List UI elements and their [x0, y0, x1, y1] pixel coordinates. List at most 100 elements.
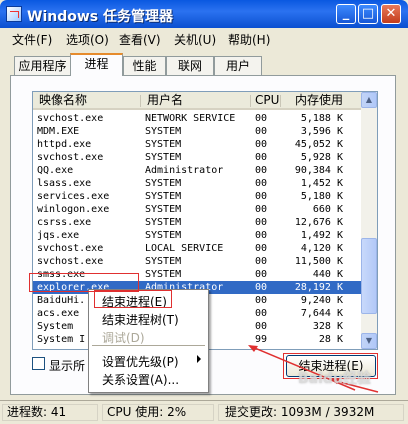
process-cpu-cell: 00	[255, 191, 268, 202]
table-row[interactable]: MDM.EXE SYSTEM 00 3,596 K	[33, 125, 361, 138]
process-name-cell: services.exe	[37, 191, 110, 202]
process-mem-cell: 3,596 K	[300, 126, 343, 137]
table-row[interactable]: svchost.exe SYSTEM 00 11,500 K	[33, 255, 361, 268]
menu-view[interactable]: 查看(V)	[119, 31, 161, 48]
process-name-cell: httpd.exe	[37, 139, 92, 150]
process-name-cell: acs.exe	[37, 308, 80, 319]
ctx-debug: 调试(D)	[102, 331, 145, 345]
process-user-cell: SYSTEM	[145, 178, 182, 189]
ctx-set-priority[interactable]: 设置优先级(P)	[102, 353, 179, 370]
process-mem-cell: 5,188 K	[300, 113, 343, 124]
process-cpu-cell: 00	[255, 308, 268, 319]
process-mem-cell: 440 K	[312, 269, 343, 280]
process-mem-cell: 1,452 K	[300, 178, 343, 189]
vertical-scrollbar[interactable]: ▲ ▼	[361, 92, 377, 349]
process-mem-cell: 9,240 K	[300, 295, 343, 306]
process-cpu-cell: 00	[255, 152, 268, 163]
ctx-set-affinity[interactable]: 关系设置(A)...	[102, 371, 179, 388]
minimize-button[interactable]: _	[336, 4, 356, 24]
process-cpu-cell: 00	[255, 165, 268, 176]
process-name-cell: winlogon.exe	[37, 204, 110, 215]
tab-applications[interactable]: 应用程序	[14, 56, 71, 75]
process-cpu-cell: 00	[255, 139, 268, 150]
maximize-button[interactable]: □	[358, 4, 378, 24]
process-cpu-cell: 00	[255, 295, 268, 306]
table-row[interactable]: svchost.exe NETWORK SERVICE 00 5,188 K	[33, 112, 361, 125]
tab-processes[interactable]: 进程	[70, 53, 123, 76]
status-cpu-usage: CPU 使用: 2%	[102, 404, 214, 421]
process-user-cell: SYSTEM	[145, 204, 182, 215]
process-name-cell: lsass.exe	[37, 178, 92, 189]
process-mem-cell: 328 K	[312, 321, 343, 332]
table-row[interactable]: svchost.exe LOCAL SERVICE 00 4,120 K	[33, 242, 361, 255]
table-row[interactable]: csrss.exe SYSTEM 00 12,676 K	[33, 216, 361, 229]
process-name-cell: svchost.exe	[37, 152, 104, 163]
process-user-cell: SYSTEM	[145, 139, 182, 150]
process-name-cell: QQ.exe	[37, 165, 74, 176]
process-mem-cell: 11,500 K	[294, 256, 343, 267]
process-name-cell: System I	[37, 334, 86, 345]
process-mem-cell: 90,384 K	[294, 165, 343, 176]
process-mem-cell: 12,676 K	[294, 217, 343, 228]
column-header-image-name[interactable]: 映像名称	[33, 92, 141, 110]
process-mem-cell: 45,052 K	[294, 139, 343, 150]
table-row[interactable]: winlogon.exe SYSTEM 00 660 K	[33, 203, 361, 216]
column-header-cpu[interactable]: CPU	[251, 92, 281, 110]
process-mem-cell: 5,928 K	[300, 152, 343, 163]
window-title: Windows 任务管理器	[27, 9, 173, 25]
process-mem-cell: 28 K	[318, 334, 343, 345]
process-name-cell: svchost.exe	[37, 113, 104, 124]
process-cpu-cell: 00	[255, 230, 268, 241]
column-header-memory[interactable]: 内存使用	[281, 92, 361, 110]
show-all-users-label: 显示所	[49, 359, 86, 373]
show-all-users-checkbox[interactable]	[32, 357, 45, 370]
menu-file[interactable]: 文件(F)	[12, 31, 52, 48]
title-bar[interactable]: Windows 任务管理器 _ □ ✕	[0, 0, 408, 28]
menu-shutdown[interactable]: 关机(U)	[174, 31, 216, 48]
tab-users[interactable]: 用户	[214, 56, 262, 75]
scroll-up-arrow-icon[interactable]: ▲	[361, 92, 377, 108]
menu-separator	[92, 345, 205, 346]
task-manager-icon	[6, 6, 22, 22]
process-cpu-cell: 00	[255, 217, 268, 228]
process-user-cell: SYSTEM	[145, 230, 182, 241]
tab-performance[interactable]: 性能	[123, 56, 166, 75]
table-row[interactable]: jqs.exe SYSTEM 00 1,492 K	[33, 229, 361, 242]
process-user-cell: Administrator	[145, 165, 224, 176]
process-name-cell: MDM.EXE	[37, 126, 80, 137]
scroll-down-arrow-icon[interactable]: ▼	[361, 333, 377, 349]
ctx-end-process-tree[interactable]: 结束进程树(T)	[102, 311, 179, 328]
process-cpu-cell: 99	[255, 334, 268, 345]
table-row[interactable]: lsass.exe SYSTEM 00 1,452 K	[33, 177, 361, 190]
process-cpu-cell: 00	[255, 113, 268, 124]
process-user-cell: SYSTEM	[145, 191, 182, 202]
menu-bar: 文件(F) 选项(O) 查看(V) 关机(U) 帮助(H)	[0, 28, 408, 48]
menu-help[interactable]: 帮助(H)	[228, 31, 270, 48]
table-row[interactable]: httpd.exe SYSTEM 00 45,052 K	[33, 138, 361, 151]
process-mem-cell: 660 K	[312, 204, 343, 215]
process-user-cell: SYSTEM	[145, 256, 182, 267]
process-cpu-cell: 00	[255, 204, 268, 215]
process-user-cell: SYSTEM	[145, 217, 182, 228]
process-mem-cell: 1,492 K	[300, 230, 343, 241]
table-row[interactable]: services.exe SYSTEM 00 5,180 K	[33, 190, 361, 203]
process-mem-cell: 7,644 K	[300, 308, 343, 319]
status-commit-charge: 提交更改: 1093M / 3932M	[218, 404, 404, 421]
close-button[interactable]: ✕	[381, 4, 401, 24]
process-cpu-cell: 00	[255, 321, 268, 332]
table-row[interactable]: QQ.exe Administrator 00 90,384 K	[33, 164, 361, 177]
column-header-user-name[interactable]: 用户名	[141, 92, 251, 110]
submenu-arrow-icon	[197, 355, 201, 363]
process-mem-cell: 5,180 K	[300, 191, 343, 202]
process-name-cell: svchost.exe	[37, 256, 104, 267]
table-row[interactable]: svchost.exe SYSTEM 00 5,928 K	[33, 151, 361, 164]
menu-options[interactable]: 选项(O)	[66, 31, 109, 48]
status-process-count: 进程数: 41	[2, 404, 98, 421]
process-name-cell: svchost.exe	[37, 243, 104, 254]
process-cpu-cell: 00	[255, 126, 268, 137]
process-name-cell: System	[37, 321, 74, 332]
scrollbar-thumb[interactable]	[361, 238, 377, 314]
watermark: Baidu经验	[298, 371, 371, 387]
status-bar: 进程数: 41 CPU 使用: 2% 提交更改: 1093M / 3932M	[0, 400, 408, 424]
tab-networking[interactable]: 联网	[166, 56, 214, 75]
